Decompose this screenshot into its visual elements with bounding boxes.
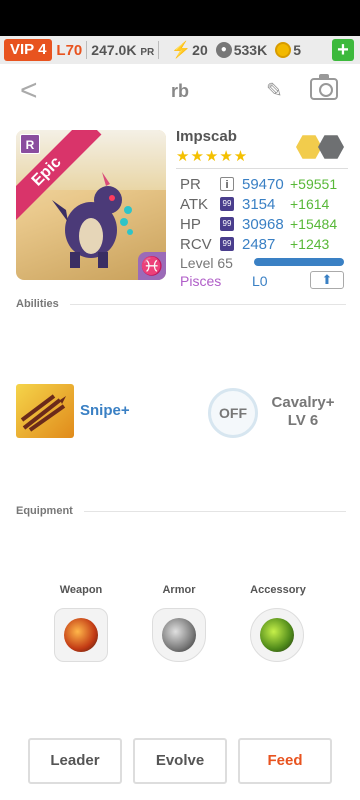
add-currency-button[interactable]: + xyxy=(332,39,354,61)
stat-row-pr: PR i 59470 +59551 xyxy=(180,175,337,193)
lightning-icon: ⚡ xyxy=(171,42,192,59)
ability-name[interactable]: Snipe+ xyxy=(80,402,130,419)
weapon-slot[interactable] xyxy=(54,608,108,662)
coin-icon xyxy=(275,42,292,58)
level-chip: 99 xyxy=(220,197,234,211)
info-icon[interactable]: i xyxy=(220,177,234,191)
stat-row-hp: HP 99 30968 +15484 xyxy=(180,215,337,233)
stat-bonus: +1614 xyxy=(290,196,330,212)
up-arrow-icon[interactable]: ⬆ xyxy=(310,271,344,289)
rarity-badge: R xyxy=(20,134,40,154)
player-power-unit: PR xyxy=(140,47,155,58)
page-title: rb xyxy=(171,80,189,101)
food-value: 533K xyxy=(233,42,268,58)
divider xyxy=(70,304,346,305)
stat-value: 3154 xyxy=(242,195,276,213)
armor-icon xyxy=(162,618,196,652)
level-chip: 99 xyxy=(220,237,234,251)
stat-label: HP xyxy=(180,215,201,233)
divider xyxy=(84,511,346,512)
coin-value: 5 xyxy=(293,42,301,58)
page-header: < rb ✎ xyxy=(0,64,360,118)
player-level: L70 xyxy=(56,41,83,59)
stat-label: PR xyxy=(180,175,201,193)
status-bar xyxy=(0,0,360,36)
stat-bonus: +59551 xyxy=(290,176,338,192)
stat-row-atk: ATK 99 3154 +1614 xyxy=(180,195,329,213)
divider xyxy=(86,41,88,59)
evolve-button[interactable]: Evolve xyxy=(133,738,227,784)
ability-state: OFF xyxy=(219,405,247,421)
dark-element-icon xyxy=(318,135,344,159)
pisces-icon: ♓ xyxy=(138,252,166,280)
paw-icon: ● xyxy=(215,42,232,58)
accessory-icon xyxy=(260,618,294,652)
energy-value: 20 xyxy=(192,42,208,58)
ability-art xyxy=(20,394,66,432)
armor-label: Armor xyxy=(162,584,196,596)
energy-counter[interactable]: ⚡ 20 xyxy=(171,40,208,60)
camera-icon[interactable] xyxy=(310,74,338,100)
vip-badge[interactable]: VIP 4 xyxy=(4,39,53,61)
edit-icon[interactable]: ✎ xyxy=(266,78,283,103)
divider xyxy=(158,41,160,59)
cavalry-icon[interactable]: OFF xyxy=(208,388,258,438)
element-icons[interactable] xyxy=(296,134,346,162)
stat-label: ATK xyxy=(180,195,209,213)
level-progress-bar xyxy=(254,258,344,266)
abilities-heading: Abilities xyxy=(16,298,59,310)
player-power: 247.0K PR xyxy=(91,42,154,58)
stat-label: RCV xyxy=(180,235,212,253)
armor-slot[interactable] xyxy=(152,608,206,662)
ability-name[interactable]: Cavalry+ LV 6 xyxy=(266,394,340,430)
leader-button[interactable]: Leader xyxy=(28,738,122,784)
zodiac-sign: Pisces xyxy=(180,273,222,289)
equipment-heading: Equipment xyxy=(16,505,73,517)
stat-bonus: +1243 xyxy=(290,236,330,252)
stats-panel: PR i 59470 +59551 ATK 99 3154 +1614 HP 9… xyxy=(176,168,348,289)
stat-row-rcv: RCV 99 2487 +1243 xyxy=(180,235,329,253)
stat-value: 59470 xyxy=(242,175,284,193)
monster-name: Impscab xyxy=(176,128,237,145)
star-rating: ★★★★★ xyxy=(176,148,249,165)
food-counter[interactable]: ● 533K xyxy=(215,42,268,58)
resource-bar: VIP 4 L70 247.0K PR ⚡ 20 ● 533K 5 + xyxy=(0,36,360,64)
arrows-icon[interactable] xyxy=(16,384,74,438)
stat-value: 30968 xyxy=(242,215,284,233)
back-icon[interactable]: < xyxy=(20,76,38,106)
monster-portrait[interactable]: Epic R ♓ xyxy=(16,130,166,280)
stat-value: 2487 xyxy=(242,235,276,253)
level-chip: 99 xyxy=(220,217,234,231)
coin-counter[interactable]: 5 xyxy=(275,42,301,58)
accessory-label: Accessory xyxy=(250,584,306,596)
monster-level: Level 65 xyxy=(180,255,233,271)
accessory-slot[interactable] xyxy=(250,608,304,662)
feed-button[interactable]: Feed xyxy=(238,738,332,784)
stat-bonus: +15484 xyxy=(290,216,338,232)
weapon-label: Weapon xyxy=(59,584,103,596)
weapon-icon xyxy=(64,618,98,652)
monster-image xyxy=(52,172,133,268)
player-power-value: 247.0K xyxy=(91,42,137,58)
rank-value: L0 xyxy=(252,273,268,289)
